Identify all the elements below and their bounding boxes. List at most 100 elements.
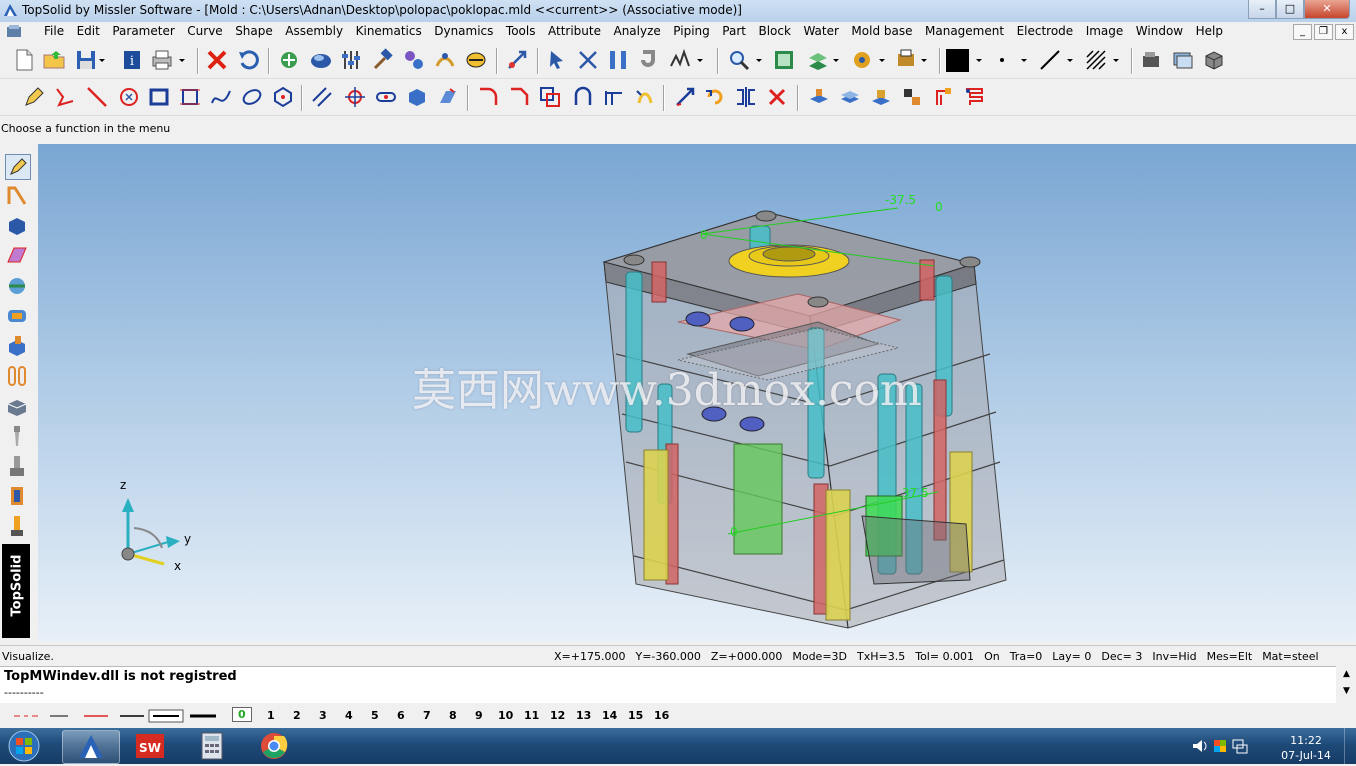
ejector-icon[interactable]: [932, 85, 956, 109]
cancel-tool-icon[interactable]: [765, 85, 789, 109]
hatch-icon[interactable]: [1084, 48, 1108, 72]
move-tool-icon[interactable]: [673, 85, 697, 109]
fillet-tool-icon[interactable]: [476, 85, 500, 109]
rotate-tool-icon[interactable]: [703, 85, 727, 109]
layer-2[interactable]: 2: [293, 709, 301, 722]
line-style-icon[interactable]: [1038, 48, 1062, 72]
show-desktop-button[interactable]: [1344, 728, 1356, 764]
punch-mode-icon[interactable]: [5, 454, 29, 478]
mold-insert-icon[interactable]: [900, 85, 924, 109]
layer-4[interactable]: 4: [345, 709, 353, 722]
flag-icon[interactable]: [1210, 736, 1230, 756]
status-mat[interactable]: Mat=steel: [1262, 650, 1318, 663]
menu-help[interactable]: Help: [1196, 24, 1223, 38]
select-icon[interactable]: [546, 48, 570, 72]
mold-base-mode-icon[interactable]: [5, 394, 29, 418]
menu-attribute[interactable]: Attribute: [548, 24, 601, 38]
arch-tool-icon[interactable]: [571, 85, 595, 109]
curve-mode-icon[interactable]: [5, 184, 29, 208]
mold-cavity-icon[interactable]: [869, 85, 893, 109]
offset-tool-icon[interactable]: [310, 85, 334, 109]
status-on[interactable]: On: [984, 650, 1000, 663]
zoom-dropdown-icon[interactable]: [753, 48, 765, 72]
cooling-icon[interactable]: [962, 85, 986, 109]
union-tool-icon[interactable]: [538, 85, 562, 109]
solid-tool-icon[interactable]: [405, 85, 429, 109]
hook-icon[interactable]: [637, 48, 661, 72]
menu-edit[interactable]: Edit: [77, 24, 100, 38]
assembly-mode-icon[interactable]: [5, 274, 29, 298]
layer-1[interactable]: 1: [267, 709, 275, 722]
delete-icon[interactable]: [205, 48, 229, 72]
menu-piping[interactable]: Piping: [673, 24, 709, 38]
menu-management[interactable]: Management: [925, 24, 1004, 38]
save-dropdown-icon[interactable]: [96, 48, 108, 72]
menu-window[interactable]: Window: [1136, 24, 1183, 38]
display-mode-icon[interactable]: [806, 48, 830, 72]
layer-6[interactable]: 6: [397, 709, 405, 722]
layer-12[interactable]: 12: [550, 709, 565, 722]
point-style-icon[interactable]: [990, 48, 1014, 72]
taskbar-calculator[interactable]: [184, 730, 240, 762]
taskbar-topsolid[interactable]: [62, 730, 120, 764]
polygon-tool-icon[interactable]: [271, 85, 295, 109]
block-mode-icon[interactable]: [5, 334, 29, 358]
layer-0[interactable]: 0: [232, 707, 252, 722]
point-tool-icon[interactable]: [343, 85, 367, 109]
menu-electrode[interactable]: Electrode: [1017, 24, 1074, 38]
dimension-tool-icon[interactable]: [602, 85, 626, 109]
polyline-icon[interactable]: [53, 85, 77, 109]
volume-icon[interactable]: [1190, 736, 1210, 756]
status-dec[interactable]: Dec= 3: [1101, 650, 1142, 663]
printer-dropdown-icon[interactable]: [918, 48, 930, 72]
open-folder-icon[interactable]: [42, 48, 66, 72]
maximize-button[interactable]: □: [1276, 0, 1304, 19]
minimize-button[interactable]: –: [1248, 0, 1276, 19]
menu-parameter[interactable]: Parameter: [112, 24, 174, 38]
color-dropdown-icon[interactable]: [973, 48, 985, 72]
undo-icon[interactable]: [237, 48, 261, 72]
menu-tools[interactable]: Tools: [506, 24, 536, 38]
rectangle-tool-icon[interactable]: [147, 85, 171, 109]
ellipse-tool-icon[interactable]: [240, 85, 264, 109]
pencil-icon[interactable]: [22, 85, 46, 109]
slot-tool-icon[interactable]: [374, 85, 398, 109]
layers-view-icon[interactable]: [1171, 48, 1195, 72]
menu-shape[interactable]: Shape: [235, 24, 273, 38]
network-icon[interactable]: [1230, 736, 1250, 756]
shaded-view-icon[interactable]: [309, 48, 333, 72]
save-icon[interactable]: [74, 48, 98, 72]
columns-icon[interactable]: [606, 48, 630, 72]
render-dropdown-icon[interactable]: [876, 48, 888, 72]
shape-mode-icon[interactable]: [5, 214, 29, 238]
menu-kinematics[interactable]: Kinematics: [356, 24, 422, 38]
screw-mode-icon[interactable]: [5, 424, 29, 448]
status-tol[interactable]: Tol= 0.001: [915, 650, 974, 663]
sketch-dropdown-icon[interactable]: [694, 48, 706, 72]
menu-block[interactable]: Block: [758, 24, 790, 38]
menu-part[interactable]: Part: [722, 24, 746, 38]
line-styles[interactable]: [10, 709, 222, 723]
3d-viewport[interactable]: 莫西网www.3dmox.com -37.5 0 0 0 37.5 z y x: [38, 144, 1356, 642]
parameters-icon[interactable]: [339, 48, 363, 72]
circle-tool-icon[interactable]: [117, 85, 141, 109]
print-dropdown-icon[interactable]: [176, 48, 188, 72]
layer-8[interactable]: 8: [449, 709, 457, 722]
rotate-view-icon[interactable]: [464, 48, 488, 72]
render-icon[interactable]: [850, 48, 874, 72]
menu-water[interactable]: Water: [803, 24, 838, 38]
display-dropdown-icon[interactable]: [830, 48, 842, 72]
regenerate-icon[interactable]: [277, 48, 301, 72]
layer-9[interactable]: 9: [475, 709, 483, 722]
zoom-extents-icon[interactable]: [772, 48, 796, 72]
color-swatch[interactable]: [946, 49, 969, 72]
menu-image[interactable]: Image: [1086, 24, 1124, 38]
menu-file[interactable]: File: [44, 24, 64, 38]
mold-block-icon[interactable]: [838, 85, 862, 109]
cube-view-icon[interactable]: [1202, 48, 1226, 72]
printer-settings-icon[interactable]: [894, 48, 918, 72]
layer-15[interactable]: 15: [628, 709, 643, 722]
text-tool-icon[interactable]: [633, 85, 657, 109]
surface-mode-icon[interactable]: [5, 244, 29, 268]
point-dropdown-icon[interactable]: [1018, 48, 1030, 72]
